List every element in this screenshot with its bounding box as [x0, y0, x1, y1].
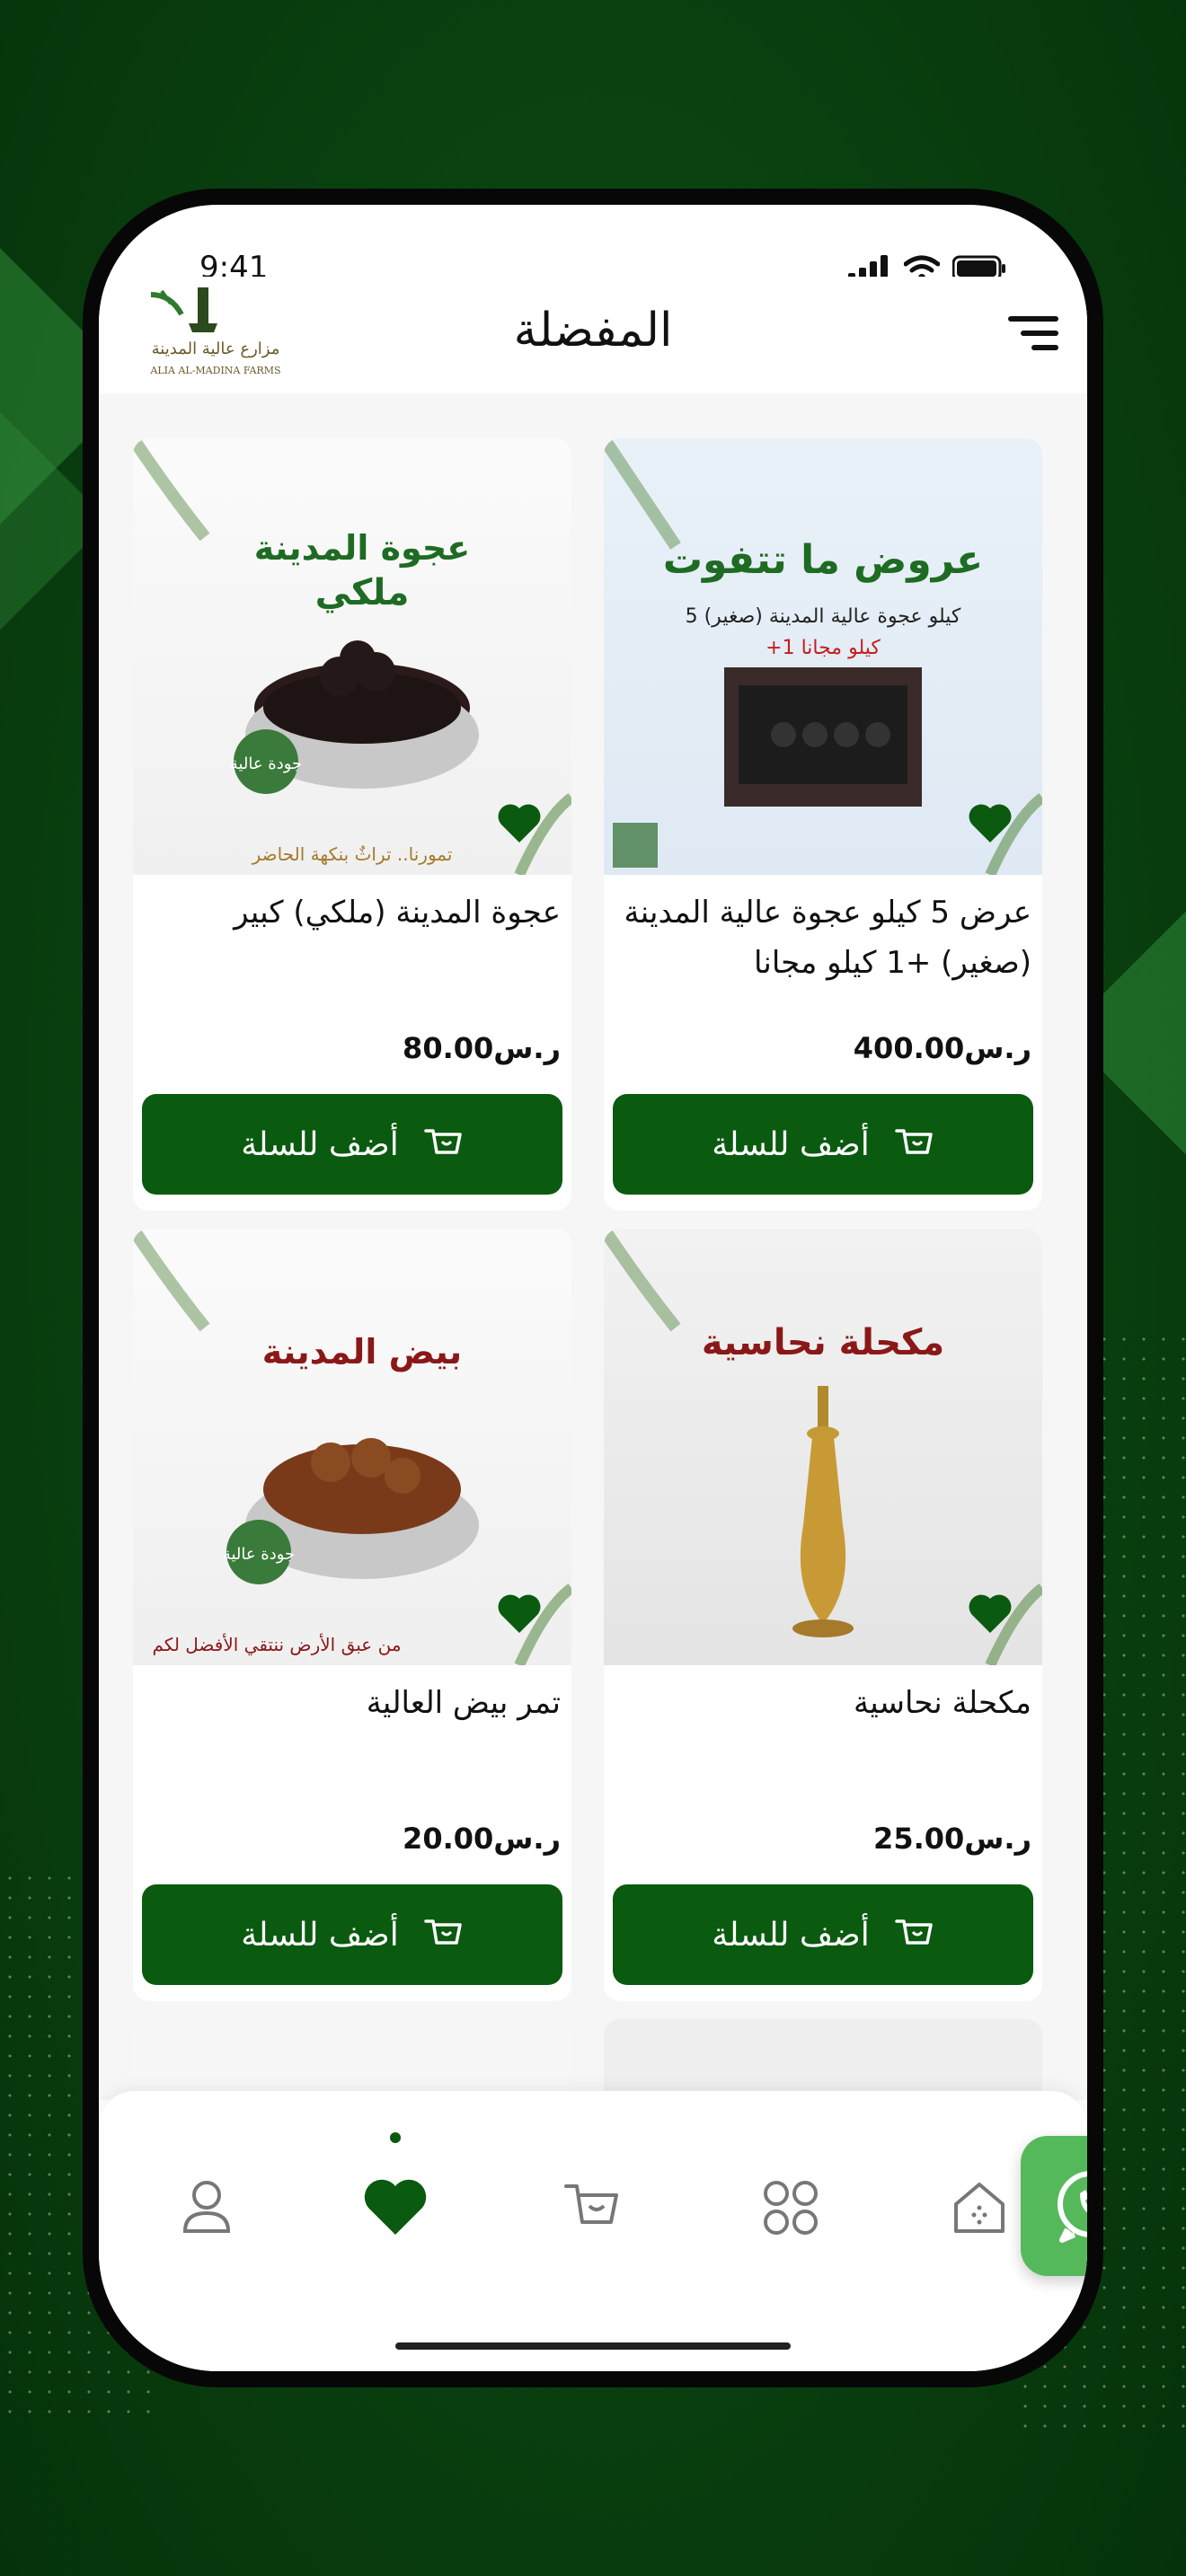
product-card[interactable]: بيض المدينة جودة عالية من عبق الأرض ننتق…	[133, 1229, 571, 2001]
favorite-heart-icon[interactable]	[965, 1588, 1015, 1638]
add-to-cart-button[interactable]: أضف للسلة	[613, 1884, 1033, 1985]
phone-frame: 9:41 مزارع عالية المدينة ALIA AL-MADINA …	[83, 189, 1103, 2387]
image-headline: بيض المدينة	[262, 1332, 462, 1372]
product-price: 20.00ر.س	[403, 1822, 561, 1856]
product-name[interactable]: عجوة المدينة (ملكي) كبير	[144, 887, 561, 938]
nav-profile[interactable]	[171, 2172, 243, 2244]
product-card[interactable]: عجوة المدينة ملكي جودة عالية تمورنا.. تر…	[133, 438, 571, 1211]
nav-cart[interactable]	[557, 2172, 629, 2244]
bottom-nav	[99, 2091, 1087, 2371]
image-footer: تمورنا.. تراثٌ بنكهة الحاضر	[252, 843, 453, 865]
image-sub: ملكي	[315, 572, 410, 613]
logo-text-en: ALIA AL-MADINA FARMS	[149, 365, 280, 376]
heart-icon	[364, 2179, 427, 2235]
status-bar: 9:41	[99, 205, 1087, 286]
product-name[interactable]: عرض 5 كيلو عجوة عالية المدينة (صغير) +1 …	[615, 887, 1031, 988]
whatsapp-button[interactable]	[1021, 2136, 1087, 2276]
page-title: المفضلة	[513, 304, 673, 357]
image-badge: جودة عالية	[230, 754, 302, 773]
image-line2: +1 كيلو مجانا	[766, 637, 881, 659]
add-to-cart-label: أضف للسلة	[712, 1125, 870, 1163]
grid-icon	[764, 2181, 818, 2235]
product-price: 25.00ر.س	[873, 1822, 1031, 1856]
home-icon	[954, 2183, 1005, 2233]
cart-icon	[895, 1129, 933, 1154]
nav-categories[interactable]	[755, 2172, 827, 2244]
image-headline: مكحلة نحاسية	[702, 1322, 944, 1363]
image-headline: عروض ما تتفوت	[663, 537, 983, 583]
product-card[interactable]: مكحلة نحاسية مكحلة نحاسية 25.00ر.س أضف ل…	[604, 1229, 1042, 2001]
app-screen: 9:41 مزارع عالية المدينة ALIA AL-MADINA …	[99, 205, 1087, 2371]
favorite-heart-icon[interactable]	[494, 1588, 544, 1638]
image-line1: 5 كيلو عجوة عالية المدينة (صغير)	[686, 605, 961, 628]
add-to-cart-button[interactable]: أضف للسلة	[613, 1094, 1033, 1195]
active-indicator-dot	[390, 2132, 401, 2143]
product-price: 80.00ر.س	[403, 1031, 561, 1065]
home-indicator	[395, 2342, 791, 2350]
nav-favorites[interactable]	[359, 2132, 431, 2244]
profile-icon	[182, 2181, 231, 2233]
image-headline: عجوة المدينة	[254, 528, 470, 568]
product-name[interactable]: مكحلة نحاسية	[615, 1678, 1031, 1728]
cart-icon	[424, 1129, 462, 1154]
image-footer: من عبق الأرض ننتقي الأفضل لكم	[152, 1634, 401, 1656]
app-header: مزارع عالية المدينة ALIA AL-MADINA FARMS…	[99, 277, 1087, 393]
add-to-cart-button[interactable]: أضف للسلة	[142, 1884, 562, 1985]
menu-button[interactable]	[1006, 307, 1060, 361]
cart-icon	[424, 1919, 462, 1945]
whatsapp-icon	[1058, 2171, 1087, 2243]
cart-icon	[895, 1919, 933, 1945]
add-to-cart-label: أضف للسلة	[241, 1125, 399, 1163]
favorite-heart-icon[interactable]	[494, 798, 544, 848]
add-to-cart-label: أضف للسلة	[712, 1916, 870, 1954]
cart-icon	[564, 2184, 618, 2224]
add-to-cart-label: أضف للسلة	[241, 1916, 399, 1954]
favorites-grid: عروض ما تتفوت 5 كيلو عجوة عالية المدينة …	[99, 393, 1087, 2127]
image-badge: جودة عالية	[223, 1545, 295, 1564]
nav-home[interactable]	[943, 2172, 1015, 2244]
product-card[interactable]: عروض ما تتفوت 5 كيلو عجوة عالية المدينة …	[604, 438, 1042, 1211]
add-to-cart-button[interactable]: أضف للسلة	[142, 1094, 562, 1195]
favorite-heart-icon[interactable]	[965, 798, 1015, 848]
product-name[interactable]: تمر بيض العالية	[144, 1678, 561, 1728]
product-price: 400.00ر.س	[853, 1031, 1031, 1065]
menu-icon	[1008, 316, 1058, 350]
